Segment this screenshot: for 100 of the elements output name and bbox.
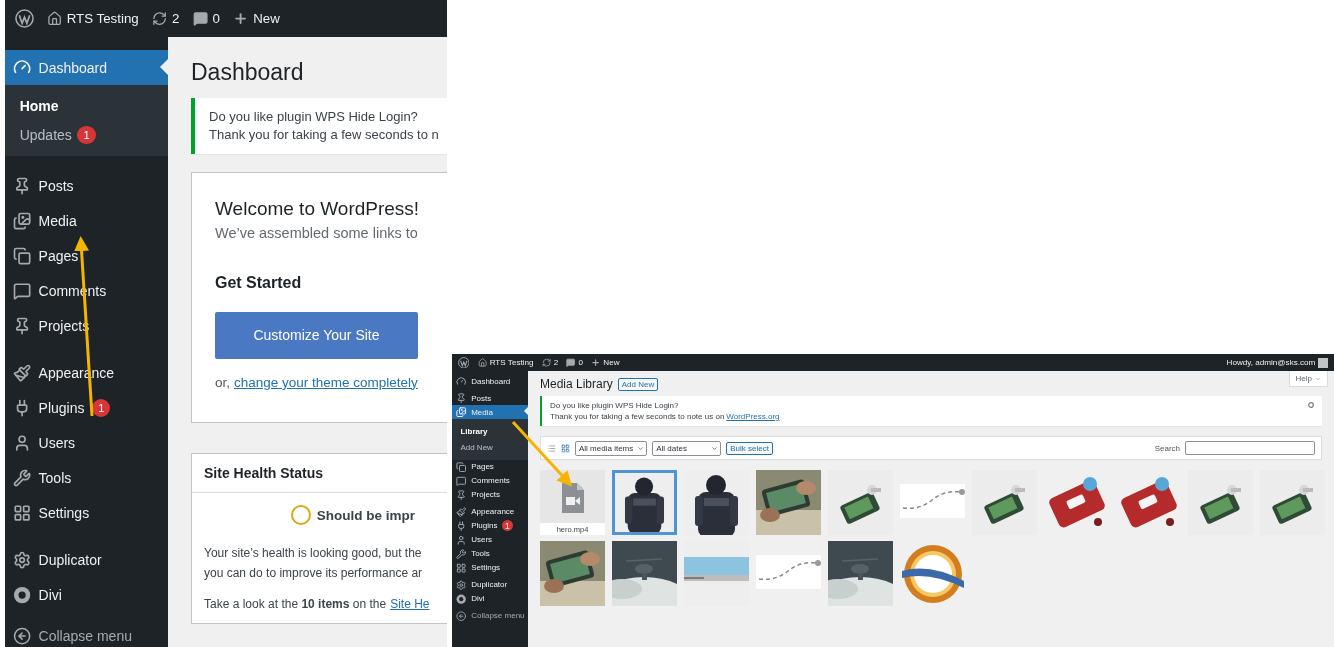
wordpress-org-link[interactable]: WordPress.org (726, 412, 780, 421)
menu-item[interactable]: Media (452, 405, 528, 419)
page-title: Media Library (540, 377, 613, 391)
menu-item[interactable]: Users (5, 425, 168, 461)
section-heading: Get Started (215, 273, 303, 292)
welcome-subtitle: We’ve assembled some links to (215, 223, 418, 242)
media-thumbnail[interactable] (828, 541, 893, 606)
submenu-item[interactable]: Updates 1 (5, 120, 168, 150)
speech-bubble-icon (12, 281, 31, 300)
updates-link[interactable]: 2 (541, 357, 559, 368)
change-theme-link[interactable]: change your theme completely (234, 374, 418, 390)
dismiss-icon[interactable] (1308, 402, 1314, 408)
submenu-item[interactable]: Library (452, 423, 528, 440)
menu-item[interactable]: Dashboard (452, 374, 528, 388)
media-thumbnail[interactable] (1188, 470, 1253, 535)
menu-item[interactable]: Tools (5, 460, 168, 496)
media-thumbnail[interactable] (828, 470, 893, 535)
bulk-select-button[interactable]: Bulk select (726, 441, 773, 455)
site-health-link[interactable]: Site He (390, 597, 430, 611)
health-text: you can do to improve its performance ar (204, 565, 424, 582)
welcome-title: Welcome to WordPress! (215, 196, 420, 221)
wordpress-logo-icon[interactable] (14, 9, 34, 28)
speech-bubble-icon (456, 475, 467, 486)
menu-item[interactable]: Media (5, 203, 168, 239)
menu-item[interactable]: Posts (452, 391, 528, 405)
images-icon (12, 211, 31, 230)
alt-text: or, (215, 374, 230, 390)
add-new-button[interactable]: Add New (617, 377, 659, 391)
menu-item[interactable]: Pages (5, 238, 168, 274)
wordpress-logo-icon[interactable] (457, 356, 470, 369)
health-text: Your site’s health is looking good, but the (204, 545, 423, 562)
media-thumbnail[interactable] (972, 470, 1037, 535)
brush-icon (12, 363, 31, 382)
collapse-menu-button[interactable]: Collapse menu (5, 624, 168, 647)
search-field[interactable] (1185, 441, 1315, 455)
menu-item[interactable]: Duplicator (452, 577, 528, 592)
menu-item[interactable]: Users (452, 532, 528, 547)
count-badge: 1 (501, 520, 513, 532)
collapse-menu-button[interactable]: Collapse menu (452, 608, 528, 623)
status-text: Should be impr (316, 507, 415, 523)
comments-link[interactable]: 0 (566, 357, 584, 368)
menu-item[interactable]: Projects (452, 487, 528, 502)
updates-link[interactable]: 2 (152, 10, 180, 27)
panel-icon (456, 562, 467, 573)
menu-item[interactable]: Comments (452, 473, 528, 488)
menu-item[interactable]: Settings (452, 560, 528, 575)
menu-item[interactable]: Tools (452, 546, 528, 561)
customize-button[interactable]: Customize Your Site (215, 311, 418, 359)
caret-icon (711, 444, 719, 452)
count-badge: 1 (77, 125, 96, 145)
search-label: Search (1154, 443, 1180, 453)
menu-item[interactable]: Divi (452, 591, 528, 606)
pages-icon (12, 246, 31, 265)
health-text: Take a look at the 10 items on the (204, 597, 387, 611)
new-link[interactable]: New (233, 10, 280, 27)
media-thumbnail[interactable] (1260, 470, 1325, 535)
media-thumbnail[interactable] (612, 470, 677, 535)
house-icon (46, 10, 62, 27)
media-type-select[interactable]: All media items (575, 440, 648, 456)
pages-icon (456, 461, 467, 472)
submenu-item[interactable]: Add New (452, 439, 528, 456)
submenu-item[interactable]: Home (5, 92, 168, 121)
grid-view-icon[interactable] (561, 443, 570, 453)
notice-text: Do you like plugin WPS Hide Login? (209, 109, 418, 125)
gauge-icon (456, 375, 467, 387)
media-thumbnail[interactable] (540, 541, 605, 606)
panel-title: Site Health Status (192, 454, 447, 493)
menu-item[interactable]: Settings (5, 495, 168, 531)
gear-icon (12, 550, 31, 569)
speech-bubble-icon (566, 357, 576, 368)
menu-item[interactable]: Divi (5, 577, 168, 613)
date-select[interactable]: All dates (652, 440, 722, 456)
site-link[interactable]: RTS Testing (477, 357, 534, 368)
person-icon (456, 534, 467, 545)
panel-icon (12, 503, 31, 522)
media-thumbnail[interactable] (756, 470, 821, 535)
media-thumbnail[interactable] (612, 541, 677, 606)
images-icon (456, 406, 467, 418)
gear-icon (456, 579, 467, 590)
new-link[interactable]: New (591, 357, 620, 368)
site-link[interactable]: RTS Testing (46, 10, 139, 27)
page-title: Dashboard (191, 59, 305, 86)
brush-icon (456, 506, 467, 517)
menu-item[interactable]: Plugins 1 (5, 390, 168, 426)
help-tab[interactable]: Help (1288, 371, 1328, 387)
menu-item[interactable]: Duplicator (5, 542, 168, 578)
caret-icon (1315, 375, 1321, 382)
plug-icon (456, 520, 467, 531)
menu-item[interactable]: Pages (452, 459, 528, 474)
comments-link[interactable]: 0 (192, 10, 220, 27)
collapse-icon (456, 610, 467, 621)
divi-icon (456, 593, 467, 604)
account-link[interactable]: Howdy, admin@sks.com (1226, 357, 1329, 368)
menu-item[interactable]: Appearance (452, 504, 528, 519)
menu-item[interactable]: Dashboard (5, 50, 168, 85)
notice-text: Thank you for taking a few seconds to n (209, 127, 439, 143)
menu-item[interactable]: Plugins 1 (452, 518, 528, 533)
pin-icon (456, 489, 467, 500)
menu-item[interactable]: Posts (5, 168, 168, 204)
plus-icon (233, 10, 249, 27)
